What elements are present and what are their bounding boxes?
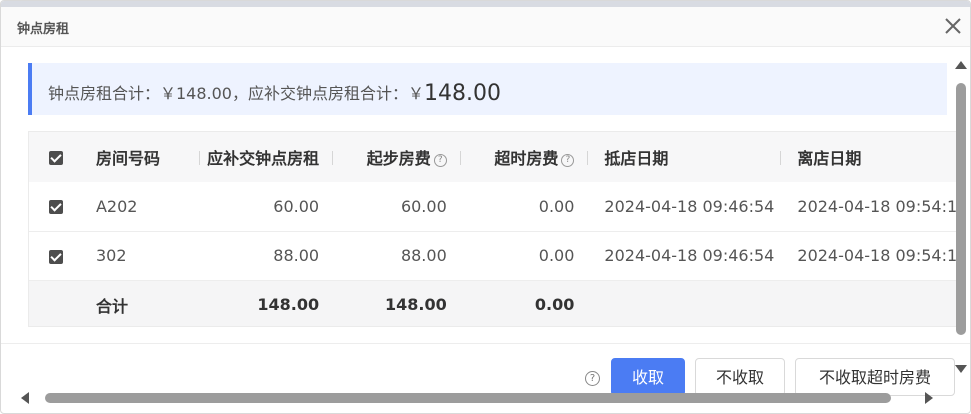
header-start-fee-label: 起步房费 [366,149,431,168]
scroll-left-arrow-icon[interactable] [21,392,29,404]
header-over-fee: 超时房费? [460,132,589,182]
cell-leave: 2024-04-18 09:54:15 [797,246,964,265]
header-leave: 离店日期 [781,132,964,182]
table-header-row: 房间号码 应补交钟点房租 起步房费? 超时房费? 抵店日期 离店日期 [29,132,964,182]
horizontal-scrollbar[interactable] [19,389,941,407]
select-all-checkbox[interactable] [48,151,63,165]
dialog-content: 钟点房租合计：￥148.00，应补交钟点房租合计：￥148.00 房间号码 应补… [13,47,964,343]
close-icon[interactable] [942,15,964,37]
help-icon[interactable]: ? [561,154,575,167]
vertical-scroll-thumb[interactable] [956,83,966,335]
header-checkbox-cell[interactable] [29,132,83,182]
cell-arrive: 2024-04-18 09:46:54 [604,246,775,265]
table-row[interactable]: A202 60.00 60.00 0.00 2024-04-18 09:46:5… [29,182,964,231]
cell-room: A202 [95,196,138,216]
dialog-window: 钟点房租 钟点房租合计：￥148.00，应补交钟点房租合计：￥148.00 房间… [0,0,971,414]
total-empty-leave [781,280,964,326]
header-due: 应补交钟点房租 [200,132,334,182]
row-checkbox[interactable] [48,249,63,264]
header-arrive-label: 抵店日期 [604,149,669,168]
help-icon[interactable]: ? [585,371,600,386]
horizontal-scroll-thumb[interactable] [45,393,891,403]
help-icon[interactable]: ? [433,154,447,167]
summary-label: 钟点房租合计：￥148.00，应补交钟点房租合计：￥ [48,84,424,103]
summary-banner: 钟点房租合计：￥148.00，应补交钟点房租合计：￥148.00 [28,63,947,115]
total-start-fee: 148.00 [385,295,447,315]
total-due: 148.00 [257,295,320,315]
cell-leave: 2024-04-18 09:54:15 [797,196,964,216]
cell-start-fee: 88.00 [400,246,447,265]
row-checkbox[interactable] [48,200,63,215]
dialog-title: 钟点房租 [17,22,70,37]
cell-due: 88.00 [273,246,320,265]
table-total-row: 合计 148.00 148.00 0.00 [29,280,964,326]
header-start-fee: 起步房费? [333,132,461,182]
header-leave-label: 离店日期 [797,149,862,168]
scroll-down-arrow-icon[interactable] [955,365,967,373]
header-arrive: 抵店日期 [588,132,782,182]
scroll-up-arrow-icon[interactable] [955,61,967,69]
cell-due: 60.00 [273,196,320,216]
header-over-fee-label: 超时房费 [494,149,559,168]
summary-amount: 148.00 [424,81,501,106]
scroll-right-arrow-icon[interactable] [925,392,933,404]
cell-over-fee: 0.00 [538,196,575,216]
header-room: 房间号码 [82,132,201,182]
total-over-fee: 0.00 [534,295,575,315]
row-checkbox-cell[interactable] [29,231,83,280]
cell-start-fee: 60.00 [400,196,447,216]
cell-room: 302 [95,246,127,265]
cell-over-fee: 0.00 [538,246,575,265]
total-empty-arrive [588,280,781,326]
total-label: 合计 [95,296,128,316]
room-rent-table: 房间号码 应补交钟点房租 起步房费? 超时房费? 抵店日期 离店日期 A202 … [28,131,964,327]
header-due-label: 应补交钟点房租 [207,149,320,168]
table-row[interactable]: 302 88.00 88.00 0.00 2024-04-18 09:46:54… [29,231,964,280]
header-room-label: 房间号码 [95,149,160,168]
dialog-title-bar: 钟点房租 [1,7,970,47]
cell-arrive: 2024-04-18 09:46:54 [604,196,775,216]
row-checkbox-cell[interactable] [29,182,83,231]
total-empty-cell [29,280,83,326]
vertical-scrollbar[interactable] [953,59,969,379]
summary-text: 钟点房租合计：￥148.00，应补交钟点房租合计：￥148.00 [48,80,501,106]
